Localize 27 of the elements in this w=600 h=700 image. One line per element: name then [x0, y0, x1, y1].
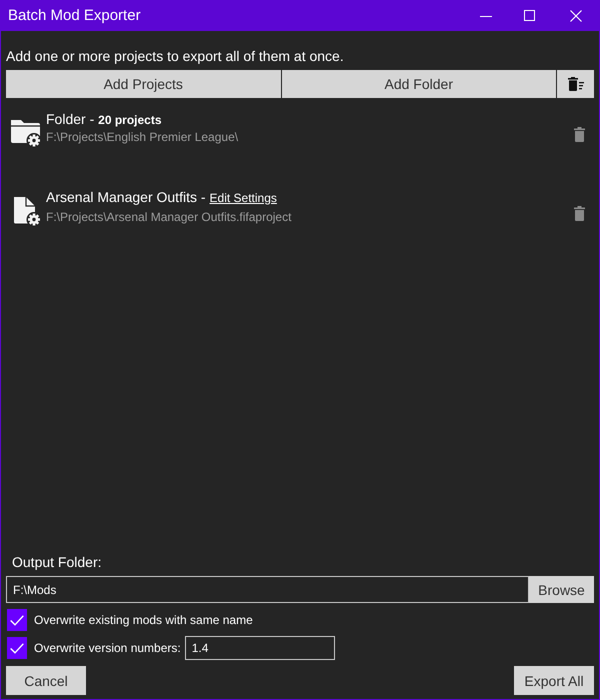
output-folder-label: Output Folder:: [12, 553, 102, 571]
output-folder-field[interactable]: F:\Mods: [6, 576, 529, 603]
close-icon[interactable]: [570, 10, 582, 22]
checkbox-label: Overwrite existing mods with same name: [34, 613, 253, 627]
trash-icon[interactable]: [574, 126, 585, 142]
item-path: F:\Projects\Arsenal Manager Outfits.fifaproject: [46, 209, 292, 225]
checkbox[interactable]: [7, 637, 27, 659]
maximize-icon[interactable]: [524, 10, 535, 21]
checkbox-label: Overwrite version numbers:: [34, 641, 181, 655]
check-icon: [10, 614, 24, 626]
footer-button[interactable]: Export All: [514, 666, 594, 695]
item-title: Folder - 20 projects: [46, 111, 162, 129]
trash-icon[interactable]: [574, 206, 585, 220]
edit-settings-link[interactable]: Edit Settings: [210, 190, 277, 207]
toolbar-button[interactable]: Add Folder: [282, 70, 556, 98]
instructions-text: Add one or more projects to export all of them at once.: [6, 47, 345, 65]
browse-button[interactable]: Browse: [529, 576, 594, 603]
clear-list-button[interactable]: [557, 70, 594, 98]
item-path: F:\Projects\English Premier League\: [46, 129, 240, 145]
window-title: Batch Mod Exporter: [8, 7, 142, 24]
check-icon: [10, 642, 24, 654]
item-title: Arsenal Manager Outfits -: [46, 189, 206, 206]
version-field[interactable]: 1.4: [184, 636, 335, 660]
checkbox[interactable]: [7, 609, 27, 631]
footer-button[interactable]: Cancel: [6, 666, 86, 695]
toolbar-button[interactable]: Add Projects: [6, 70, 280, 98]
trash-list-icon: [568, 77, 584, 91]
